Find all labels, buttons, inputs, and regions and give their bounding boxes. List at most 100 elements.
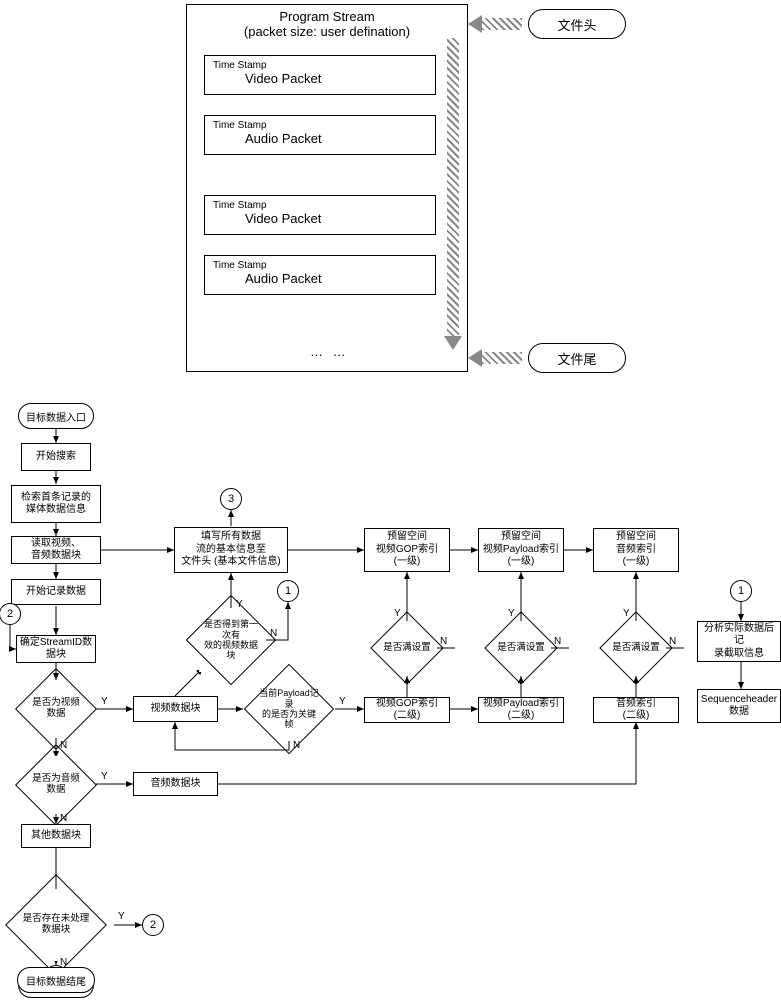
file-header-label: 文件头 <box>557 15 596 34</box>
label: 填写所有数据 流的基本信息至 文件头 (基本文件信息) <box>181 531 280 569</box>
flowchart: 目标数据入口 开始搜索 检索首条记录的 媒体数据信息 读取视频、 音频数据块 开… <box>0 400 781 1000</box>
connector-1-right: 1 <box>730 580 752 602</box>
vertical-flow-arrow-head <box>444 336 462 350</box>
label: 是否存在未处理 数据块 <box>23 914 90 936</box>
is-video-decision: 是否为视频数据 <box>27 680 85 738</box>
label: 是否满设置 <box>383 643 431 654</box>
yn-y: Y <box>236 599 243 610</box>
yn-n: N <box>60 813 67 824</box>
label: 预留空间 视频Payload索引 (一级) <box>483 531 559 569</box>
label: 开始搜索 <box>36 451 76 464</box>
yn-n: N <box>554 636 561 647</box>
connector-3-top: 3 <box>220 488 242 510</box>
end-node: 目标数据结尾 <box>17 967 95 993</box>
label: Sequenceheader 数据 <box>701 694 777 719</box>
full-decision-3: 是否满设置 <box>610 622 662 674</box>
title-line1: Program Stream <box>187 9 467 24</box>
yn-n: N <box>669 636 676 647</box>
yn-y: Y <box>101 771 108 782</box>
other-datablock: 其他数据块 <box>21 824 91 848</box>
connector-2-left: 2 <box>0 603 21 625</box>
time-stamp-label: Time Stamp <box>213 200 427 211</box>
payload-keyframe-decision: 当前Payload记录 的是否为关键帧 <box>257 677 321 741</box>
packet-box-audio1: Time Stamp Audio Packet <box>204 115 436 155</box>
header-arrow-head <box>468 15 482 33</box>
yn-n: N <box>293 740 300 751</box>
gop-index-l1: 预留空间 视频GOP索引 (一级) <box>364 528 450 572</box>
packet-box-audio2: Time Stamp Audio Packet <box>204 255 436 295</box>
unprocessed-decision: 是否存在未处理 数据块 <box>20 889 92 961</box>
start-terminator: 目标数据入口 <box>18 403 94 429</box>
program-stream-section: Program Stream (packet size: user defina… <box>0 0 781 385</box>
label: 检索首条记录的 媒体数据信息 <box>21 492 91 517</box>
payload-index-l2: 视频Payload索引 (二级) <box>478 697 564 723</box>
yn-n: N <box>270 628 277 639</box>
determine-streamid: 确定StreamID数据块 <box>16 635 96 663</box>
label: 1 <box>285 585 291 597</box>
audio-index-l2: 音频索引 (二级) <box>593 697 679 723</box>
label: 是否满设置 <box>497 643 545 654</box>
label: 3 <box>228 493 234 505</box>
packet-label: Video Packet <box>213 211 427 226</box>
label: 其他数据块 <box>31 830 81 843</box>
label: 读取视频、 音频数据块 <box>31 538 81 563</box>
label: 是否为音频数据 <box>29 774 83 796</box>
watermark: 亿图试用版，仅供测试！ <box>420 970 618 996</box>
footer-arrow-body <box>482 352 522 364</box>
label: 是否为视频数据 <box>29 698 83 720</box>
full-decision-2: 是否满设置 <box>495 622 547 674</box>
packet-box-video1: Time Stamp Video Packet <box>204 55 436 95</box>
vertical-flow-arrow-body <box>447 38 459 338</box>
label: 音频数据块 <box>151 778 201 791</box>
program-stream-title: Program Stream (packet size: user defina… <box>187 5 467 41</box>
label: 预留空间 音频索引 (一级) <box>616 531 656 569</box>
end-label: 目标数据结尾 <box>26 973 86 988</box>
time-stamp-label: Time Stamp <box>213 120 427 131</box>
retrieve-first-record: 检索首条记录的 媒体数据信息 <box>11 485 101 523</box>
label: 2 <box>7 608 13 620</box>
label: 开始记录数据 <box>26 586 86 599</box>
time-stamp-label: Time Stamp <box>213 60 427 71</box>
yn-y: Y <box>101 696 108 707</box>
label: 2 <box>150 919 156 931</box>
label: 是否得到第一次有 效的视频数据块 <box>201 619 261 660</box>
yn-y: Y <box>508 608 515 619</box>
is-audio-decision: 是否为音频数据 <box>27 756 85 814</box>
label: 视频Payload索引 (二级) <box>483 698 559 723</box>
gop-index-l2: 视频GOP索引 (二级) <box>364 697 450 723</box>
header-arrow-body <box>482 18 522 30</box>
label: 视频数据块 <box>151 703 201 716</box>
packet-label: Audio Packet <box>213 271 427 286</box>
begin-record-data: 开始记录数据 <box>11 579 101 605</box>
yn-y: Y <box>339 696 346 707</box>
full-decision-1: 是否满设置 <box>381 622 433 674</box>
sequence-header-data: Sequenceheader 数据 <box>697 689 781 723</box>
packet-label: Video Packet <box>213 71 427 86</box>
label: 是否满设置 <box>612 643 660 654</box>
first-valid-video-decision: 是否得到第一次有 效的视频数据块 <box>199 608 263 672</box>
audio-index-l1: 预留空间 音频索引 (一级) <box>593 528 679 572</box>
connector-2-right: 2 <box>142 914 164 936</box>
connector-1-mid: 1 <box>277 580 299 602</box>
read-av-block: 读取视频、 音频数据块 <box>11 536 101 564</box>
label: 1 <box>738 585 744 597</box>
time-stamp-label: Time Stamp <box>213 260 427 271</box>
file-footer-callout: 文件尾 <box>528 343 626 373</box>
yn-y: Y <box>118 911 125 922</box>
yn-n: N <box>440 636 447 647</box>
yn-y: Y <box>623 608 630 619</box>
yn-y: Y <box>394 608 401 619</box>
label: 预留空间 视频GOP索引 (一级) <box>376 531 438 569</box>
file-header-callout: 文件头 <box>528 9 626 39</box>
packet-box-video2: Time Stamp Video Packet <box>204 195 436 235</box>
payload-index-l1: 预留空间 视频Payload索引 (一级) <box>478 528 564 572</box>
audio-datablock: 音频数据块 <box>133 772 218 796</box>
analyze-truncate: 分析实际数据后记 录截取信息 <box>697 621 781 662</box>
footer-arrow-head <box>468 349 482 367</box>
title-line2: (packet size: user defination) <box>187 24 467 39</box>
label: 音频索引 (二级) <box>616 698 656 723</box>
label: 分析实际数据后记 录截取信息 <box>700 623 778 661</box>
label: 当前Payload记录 的是否为关键帧 <box>259 688 319 729</box>
packet-ellipsis: … … <box>310 344 349 359</box>
label: 视频GOP索引 (二级) <box>376 698 438 723</box>
